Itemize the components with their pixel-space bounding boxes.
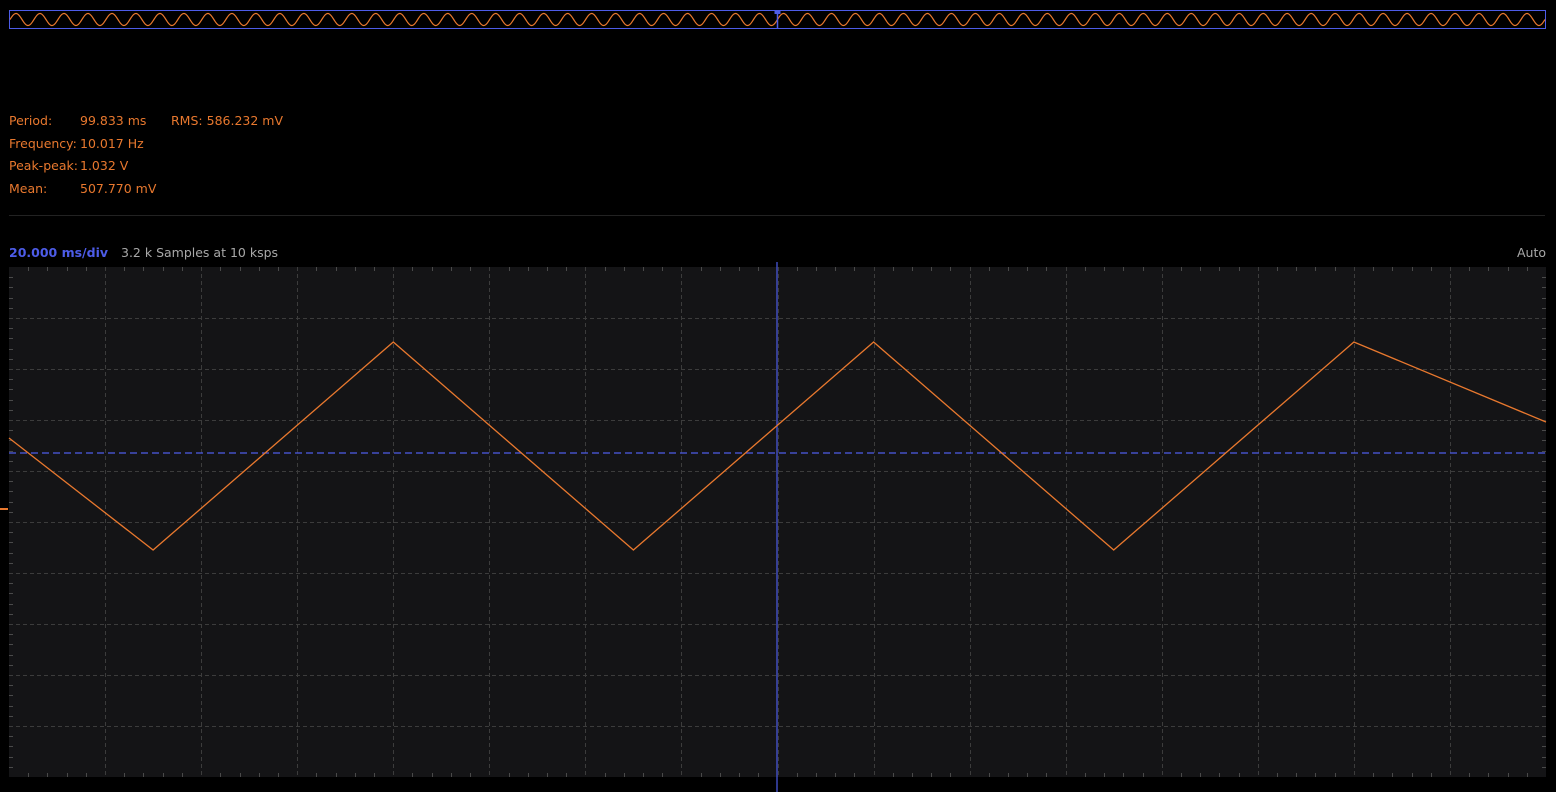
scope-status-bar: 20.000 ms/div 3.2 k Samples at 10 ksps A…: [9, 244, 1546, 262]
overview-trigger-marker-icon[interactable]: [774, 10, 781, 14]
mean-value: 507.770 mV: [80, 181, 157, 196]
frequency-value: 10.017 Hz: [80, 136, 144, 151]
period-label: Period:: [9, 113, 53, 128]
sample-info: 3.2 k Samples at 10 ksps: [121, 245, 279, 260]
scope-display[interactable]: [0, 262, 1556, 792]
panel-separator: [9, 215, 1545, 216]
rms-value: 586.232 mV: [206, 113, 284, 128]
mean-label: Mean:: [9, 181, 48, 196]
overview-strip[interactable]: [0, 0, 1556, 34]
trigger-mode[interactable]: Auto: [1517, 244, 1546, 262]
overview-trace-plot: [9, 10, 1546, 29]
rms-label: RMS:: [171, 113, 203, 128]
measurement-rms: RMS: 586.232 mV: [171, 112, 283, 130]
frequency-label: Frequency:: [9, 136, 77, 151]
peak-peak-label: Peak-peak:: [9, 158, 78, 173]
scope-grid-plot[interactable]: [0, 262, 1556, 792]
peak-peak-value: 1.032 V: [80, 158, 129, 173]
period-value: 99.833 ms: [80, 113, 147, 128]
timebase-readout[interactable]: 20.000 ms/div: [9, 244, 108, 262]
